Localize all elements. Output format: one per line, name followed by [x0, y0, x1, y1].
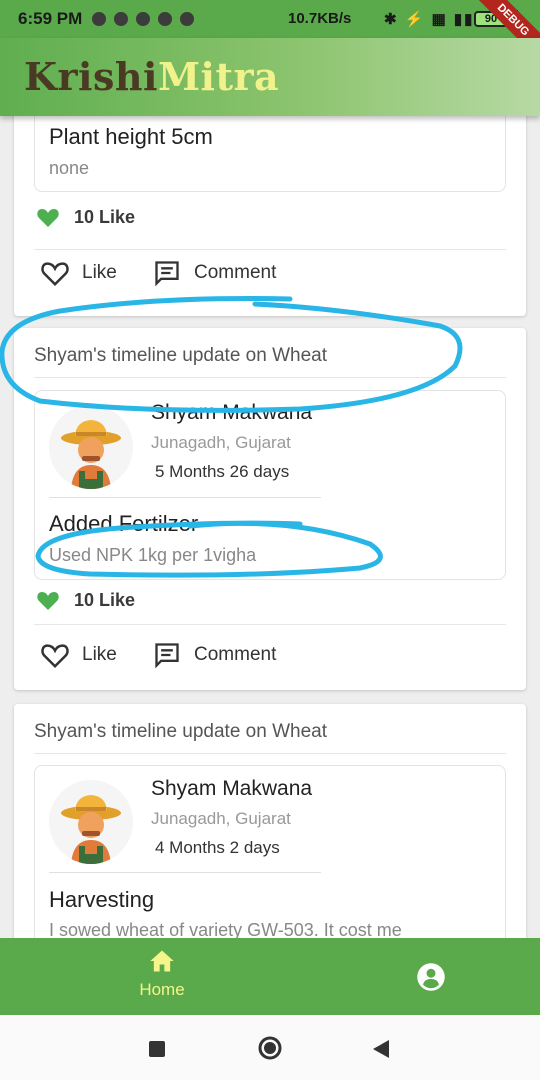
user-location: Junagadh, Gujarat — [151, 809, 291, 828]
timeline-post: Shyam's timeline update on Wheat Shyam M… — [14, 704, 526, 938]
user-name[interactable]: Shyam Makwana — [151, 777, 312, 801]
square-icon — [149, 1041, 165, 1057]
network-speed: 10.7KB/s — [288, 10, 352, 27]
heart-filled-icon — [37, 592, 59, 610]
divider — [34, 753, 506, 754]
heart-filled-icon — [37, 209, 59, 227]
farmer-avatar-icon — [61, 420, 121, 489]
post-header: Shyam's timeline update on Wheat — [34, 345, 328, 366]
system-nav-bar — [0, 1015, 540, 1080]
heart-outline-icon — [41, 644, 69, 669]
circle-icon — [258, 1036, 282, 1060]
app-title-part2: Mitra — [157, 54, 280, 99]
nav-home-label: Home — [139, 980, 185, 999]
comment-icon — [155, 643, 179, 669]
app-title-part1: Krishi — [24, 54, 158, 99]
status-time: 6:59 PM — [18, 9, 83, 28]
farmer-avatar — [49, 405, 133, 489]
divider — [49, 497, 321, 498]
entry-description: I sowed wheat of variety GW-503. It cost… — [49, 920, 402, 938]
entry-title: Added Fertilzer — [49, 511, 199, 536]
entry-title: Plant height 5cm — [49, 124, 213, 149]
notification-icons — [92, 12, 194, 26]
entry-card: Shyam Makwana Junagadh, Gujarat 4 Months… — [34, 765, 506, 938]
heart-outline-icon — [41, 262, 69, 287]
entry-description: Used NPK 1kg per 1vigha — [49, 545, 257, 565]
like-button[interactable]: Like — [40, 259, 117, 287]
bottom-nav: Home — [0, 938, 540, 1015]
farmer-avatar — [49, 780, 133, 864]
entry-card: Shyam Makwana Junagadh, Gujarat 5 Months… — [34, 390, 506, 580]
recents-button[interactable] — [149, 1041, 165, 1061]
entry-card: Plant height 5cm none — [34, 116, 506, 192]
divider — [49, 872, 321, 873]
back-button[interactable] — [372, 1039, 390, 1063]
nav-profile[interactable] — [416, 962, 446, 992]
timeline-post: Plant height 5cm none 10 Like Like Comme… — [14, 116, 526, 316]
divider — [34, 624, 506, 625]
divider — [34, 249, 506, 250]
crop-age: 5 Months 26 days — [155, 462, 290, 481]
user-name[interactable]: Shyam Makwana — [151, 401, 312, 425]
back-triangle-icon — [373, 1040, 389, 1058]
entry-description: none — [49, 158, 90, 178]
home-icon — [150, 950, 174, 972]
comment-button[interactable]: Comment — [152, 641, 276, 669]
status-bar: 6:59 PM 10.7KB/s ✱ ⚡ ▦ ▮▮▮ ≋ 90 ϟ DEBUG — [0, 0, 540, 66]
app-screen: 6:59 PM 10.7KB/s ✱ ⚡ ▦ ▮▮▮ ≋ 90 ϟ DEBUG … — [0, 0, 540, 1080]
app-title: KrishiMitra — [24, 54, 279, 99]
like-count: 10 Like — [36, 589, 135, 611]
user-location: Junagadh, Gujarat — [151, 433, 291, 452]
like-count: 10 Like — [36, 206, 135, 228]
entry-title: Harvesting — [49, 887, 155, 912]
divider — [34, 377, 506, 378]
like-button[interactable]: Like — [40, 641, 117, 669]
home-system-button[interactable] — [258, 1036, 282, 1064]
timeline-post: Shyam's timeline update on Wheat Shyam M… — [14, 328, 526, 690]
app-bar: KrishiMitra — [0, 38, 540, 116]
timeline-feed[interactable]: Plant height 5cm none 10 Like Like Comme… — [0, 116, 540, 938]
account-circle-icon — [417, 963, 445, 991]
comment-icon — [155, 261, 179, 287]
post-header: Shyam's timeline update on Wheat — [34, 721, 328, 742]
nav-home[interactable]: Home — [120, 948, 204, 1008]
farmer-avatar-icon — [61, 795, 121, 864]
comment-button[interactable]: Comment — [152, 259, 276, 287]
crop-age: 4 Months 2 days — [155, 838, 280, 857]
